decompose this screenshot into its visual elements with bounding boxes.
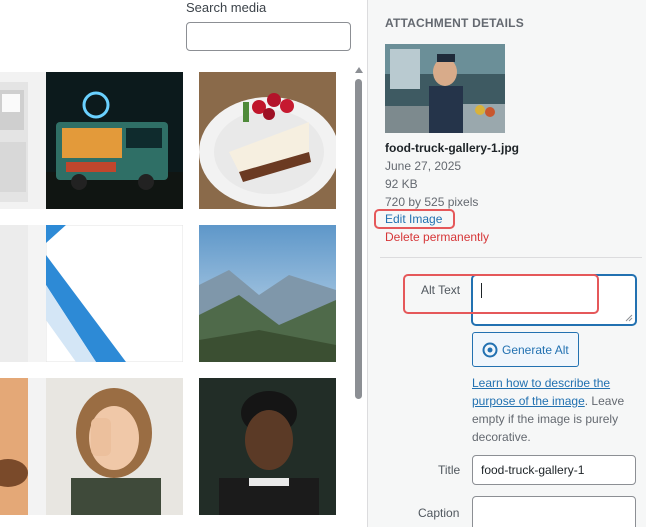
scroll-up-arrow-icon[interactable] xyxy=(353,63,365,75)
media-thumb-man-smiling[interactable] xyxy=(199,378,336,515)
attachment-thumbnail xyxy=(385,44,505,133)
delete-permanently-link[interactable]: Delete permanently xyxy=(385,230,489,244)
media-thumb-woman-laughing[interactable] xyxy=(46,378,183,515)
caption-label: Caption xyxy=(418,506,460,520)
media-thumb-blue-stripe[interactable] xyxy=(46,225,183,362)
media-grid-scrollbar[interactable] xyxy=(355,79,362,399)
generate-alt-label: Generate Alt xyxy=(502,342,569,357)
media-thumb-mountain-valley[interactable] xyxy=(199,225,336,362)
search-media-label: Search media xyxy=(186,0,267,15)
attachment-dimensions: 720 by 525 pixels xyxy=(385,195,479,209)
attachment-date: June 27, 2025 xyxy=(385,159,462,173)
media-thumb-cheesecake[interactable] xyxy=(199,72,336,209)
title-field[interactable]: food-truck-gallery-1 xyxy=(472,455,636,485)
title-label: Title xyxy=(438,463,461,477)
ai-sparkle-icon xyxy=(482,342,498,357)
search-media-input[interactable] xyxy=(186,22,351,51)
alt-text-help: Learn how to describe the purpose of the… xyxy=(472,374,632,446)
attachment-filename: food-truck-gallery-1.jpg xyxy=(385,141,520,155)
edit-image-highlight xyxy=(374,209,455,229)
resize-grip-icon[interactable] xyxy=(625,314,633,322)
alt-text-highlight xyxy=(403,274,599,314)
attachment-size: 92 KB xyxy=(385,177,418,191)
generate-alt-button[interactable]: Generate Alt xyxy=(472,332,579,367)
sidebar-divider xyxy=(380,257,642,258)
caption-field[interactable] xyxy=(472,496,636,527)
attachment-details-sidebar: ATTACHMENT DETAILS food-truck-gallery-1.… xyxy=(367,0,646,527)
attachment-details-heading: ATTACHMENT DETAILS xyxy=(385,16,524,30)
media-thumb-food-truck-night[interactable] xyxy=(46,72,183,209)
